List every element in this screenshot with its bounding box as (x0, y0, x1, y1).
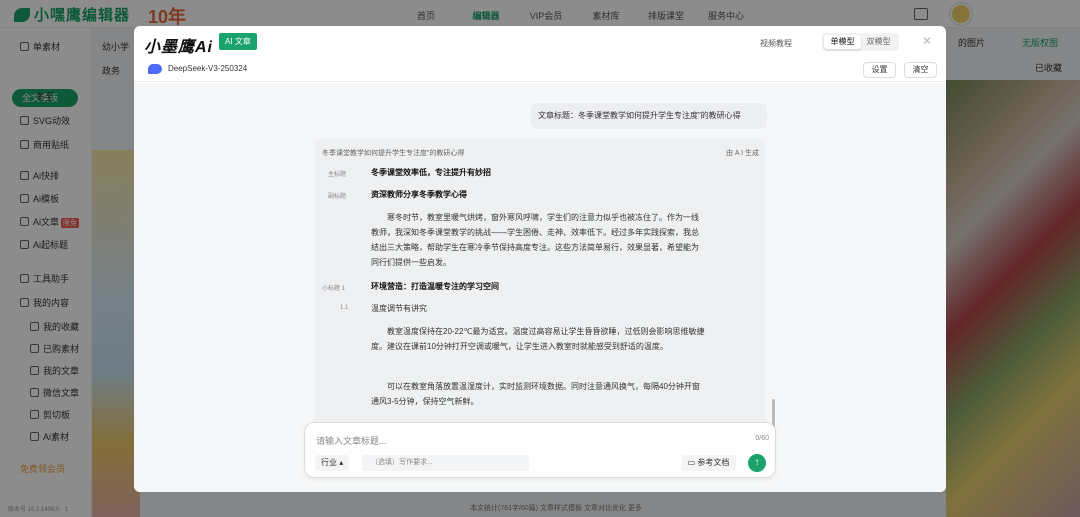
subsection-title: 温度调节有讲究 (371, 304, 427, 313)
title-input[interactable]: 请输入文章标题... (316, 434, 387, 447)
mode-dual[interactable]: 双模型 (860, 35, 897, 49)
subtitle-label: 副标题 (328, 194, 347, 200)
paragraph-ventilation: 可以在教室角落放置温湿度计，实时监测环境数据。同时注意通风换气，每隔40分钟开窗… (371, 382, 700, 406)
char-counter: 0/60 (755, 435, 769, 442)
ai-generated-label: 由 A I 生成 (725, 150, 759, 157)
main-title: 冬季课堂效率低，专注提升有妙招 (371, 168, 491, 177)
subsection-label: 1.1 (340, 305, 349, 311)
answer-header: 冬季课堂教学如何提升学生专注度”的教研心得 (322, 150, 465, 157)
clear-button[interactable]: 清空 (904, 62, 937, 78)
dialog-logo: 小墨鹰Ai (144, 39, 214, 56)
mode-single[interactable]: 单模型 (824, 35, 861, 49)
article-input-box: 请输入文章标题... 0/60 行业 ▴ （选填）写作要求... ▭ 参考文档 … (304, 422, 776, 478)
section-label: 小标题 1 (322, 286, 346, 292)
dialog-header: 小墨鹰Ai AI 文章 视频教程 单模型 双模型 ✕ DeepSeek-V3-2… (134, 26, 946, 82)
section-title: 环境营造：打造温暖专注的学习空间 (371, 282, 499, 291)
model-mode-switch: 单模型 双模型 (822, 33, 899, 51)
video-tutorial-link[interactable]: 视频教程 (760, 38, 792, 49)
ai-answer-card: 冬季课堂教学如何提升学生专注度”的教研心得 由 A I 生成 主标题 冬季课堂效… (314, 139, 766, 429)
deepseek-icon (148, 64, 162, 74)
ai-article-tag: AI 文章 (219, 33, 257, 50)
paragraph-temperature: 教室温度保持在20-22℃最为适宜。温度过高容易让学生昏昏欲睡，过低则会影响思维… (371, 327, 705, 351)
close-icon[interactable]: ✕ (922, 34, 932, 48)
intro-paragraph: 寒冬时节，教室里暖气烘烤，窗外寒风呼啸，学生们的注意力似乎也被冻住了。作为一线教… (371, 213, 699, 267)
subtitle: 资深教师分享冬季教学心得 (371, 190, 467, 199)
main-title-label: 主标题 (328, 172, 347, 178)
send-button[interactable]: ↑ (748, 454, 766, 472)
model-selector[interactable]: DeepSeek-V3-250324 (168, 64, 247, 73)
industry-dropdown[interactable]: 行业 ▴ (315, 455, 350, 471)
requirement-input[interactable]: （选填）写作要求... (362, 455, 529, 471)
reference-doc-label: 参考文档 (697, 458, 730, 467)
folder-icon: ▭ (687, 458, 698, 467)
chat-area[interactable]: 文章标题：冬季课堂教学如何提升学生专注度”的教研心得 冬季课堂教学如何提升学生专… (134, 83, 946, 492)
ai-article-dialog: 小墨鹰Ai AI 文章 视频教程 单模型 双模型 ✕ DeepSeek-V3-2… (134, 26, 946, 492)
settings-button[interactable]: 设置 (863, 62, 896, 78)
reference-doc-button[interactable]: ▭ 参考文档 (681, 455, 736, 471)
user-message: 文章标题：冬季课堂教学如何提升学生专注度”的教研心得 (531, 103, 767, 129)
